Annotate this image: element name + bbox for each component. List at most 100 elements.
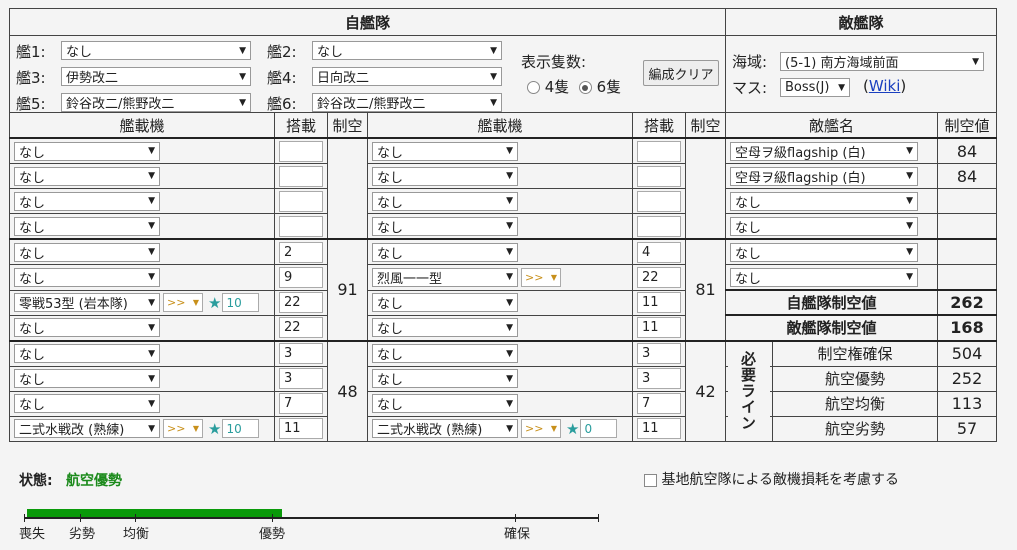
aircraft-select[interactable]: なし ▼ — [372, 293, 518, 312]
slot-count-input[interactable]: 3 — [279, 343, 323, 364]
chevron-down-icon: ▼ — [148, 398, 155, 409]
slot-count-input[interactable]: 3 — [279, 368, 323, 389]
slot-count-input[interactable] — [279, 215, 323, 237]
chevron-down-icon: ▼ — [239, 71, 246, 82]
star-icon: ★ — [566, 419, 580, 438]
ship-select[interactable]: なし ▼ — [61, 41, 251, 60]
ship-select[interactable]: 鈴谷改二/熊野改二 ▼ — [61, 93, 251, 112]
slot-count-input[interactable] — [279, 140, 323, 162]
slot-count-cell: 9 — [274, 264, 328, 291]
slot-count-cell: 3 — [274, 339, 328, 367]
enemy-ship-select[interactable]: なし ▼ — [730, 191, 918, 211]
slot-count-input[interactable]: 11 — [637, 317, 681, 338]
slot-count-input[interactable] — [279, 190, 323, 212]
aircraft-select[interactable]: なし ▼ — [14, 344, 160, 363]
fleet-clear-button[interactable]: 編成クリア — [643, 60, 719, 86]
slot-count-input[interactable]: 22 — [279, 317, 323, 338]
slot-count-input[interactable]: 11 — [637, 292, 681, 313]
aircraft-select[interactable]: なし ▼ — [372, 318, 518, 337]
improvement-input[interactable]: 10 — [222, 293, 260, 312]
proficiency-select[interactable]: >> ▼ — [163, 419, 203, 438]
improvement-input[interactable]: 0 — [580, 419, 618, 438]
enemy-ship-select[interactable]: 空母ヲ級flagship (白) ▼ — [730, 166, 918, 186]
slot-count-input[interactable] — [637, 190, 681, 212]
aircraft-select[interactable]: なし ▼ — [14, 216, 160, 236]
wiki-link[interactable]: Wiki — [869, 77, 901, 95]
slot-count-input[interactable]: 3 — [637, 368, 681, 389]
aircraft-select[interactable]: 零戦53型 (岩本隊) ▼ — [14, 293, 160, 312]
aircraft-select[interactable]: 二式水戦改 (熟練) ▼ — [372, 419, 518, 438]
node-select[interactable]: Boss(J) ▼ — [780, 78, 850, 97]
chevron-down-icon: ▼ — [906, 146, 913, 156]
aircraft-select[interactable]: なし ▼ — [372, 191, 518, 211]
aircraft-select[interactable]: なし ▼ — [372, 344, 518, 363]
aircraft-select[interactable]: なし ▼ — [14, 267, 160, 287]
slot-count-cell: 11 — [274, 415, 328, 442]
aircraft-select[interactable]: なし ▼ — [14, 191, 160, 211]
aircraft-select[interactable]: なし ▼ — [14, 394, 160, 413]
ship-label: 艦3: — [16, 69, 46, 87]
proficiency-select[interactable]: >> ▼ — [521, 419, 561, 438]
ship-label: 艦2: — [267, 43, 297, 61]
slot-count-input[interactable]: 11 — [279, 418, 323, 439]
aircraft-select[interactable]: 烈風一一型 ▼ — [372, 267, 518, 287]
proficiency-select[interactable]: >> ▼ — [163, 293, 203, 312]
ship-select[interactable]: なし ▼ — [312, 41, 502, 60]
enemy-ship-select[interactable]: 空母ヲ級flagship (白) ▼ — [730, 141, 918, 161]
area-select[interactable]: (5-1) 南方海域前面 ▼ — [780, 52, 984, 71]
chevron-down-icon: ▼ — [148, 423, 155, 434]
chevron-down-icon: ▼ — [506, 221, 513, 231]
slot-row: なし ▼ — [367, 137, 633, 164]
aircraft-select[interactable]: なし ▼ — [372, 166, 518, 186]
proficiency-select[interactable]: >> ▼ — [521, 267, 561, 287]
aircraft-select[interactable]: なし ▼ — [372, 369, 518, 388]
aircraft-select[interactable]: なし ▼ — [372, 216, 518, 236]
enemy-ship-select[interactable]: なし ▼ — [730, 216, 918, 236]
radio-4[interactable] — [527, 81, 540, 94]
aircraft-select[interactable]: なし ▼ — [14, 242, 160, 262]
aircraft-select[interactable]: なし ▼ — [372, 242, 518, 262]
radio-6[interactable] — [578, 81, 592, 94]
slot-count-input[interactable]: 4 — [637, 241, 681, 263]
improvement-input[interactable]: 10 — [222, 419, 260, 438]
ship-label: 艦5: — [16, 95, 46, 113]
slot-count-input[interactable]: 7 — [637, 393, 681, 414]
enemy-ship-select[interactable]: なし ▼ — [730, 242, 918, 262]
slot-count-cell — [274, 188, 328, 214]
scale-tick — [24, 514, 25, 522]
slot-count-cell: 3 — [632, 365, 686, 392]
chevron-down-icon: ▼ — [506, 348, 513, 359]
aircraft-select[interactable]: なし ▼ — [14, 166, 160, 186]
slot-row: なし ▼ — [367, 213, 633, 240]
slot-count-input[interactable] — [637, 165, 681, 187]
star-icon: ★ — [208, 419, 222, 438]
slot-count-input[interactable]: 2 — [279, 241, 323, 263]
enemy-ship-select[interactable]: なし ▼ — [730, 267, 918, 287]
aircraft-select[interactable]: なし ▼ — [372, 394, 518, 413]
aircraft-select[interactable]: 二式水戦改 (熟練) ▼ — [14, 419, 160, 438]
ship-select[interactable]: 鈴谷改二/熊野改二 ▼ — [312, 93, 502, 112]
slot-count-input[interactable] — [279, 165, 323, 187]
ship-select[interactable]: 日向改二 ▼ — [312, 67, 502, 86]
ship-select[interactable]: 伊勢改二 ▼ — [61, 67, 251, 86]
slot-count-input[interactable]: 22 — [279, 292, 323, 313]
slot-row: なし ▼ — [367, 390, 633, 417]
slot-count-input[interactable]: 11 — [637, 418, 681, 439]
slot-count-input[interactable]: 7 — [279, 393, 323, 414]
aircraft-select[interactable]: なし ▼ — [14, 318, 160, 337]
slot-row: なし ▼ — [367, 365, 633, 392]
ship-label: 艦1: — [16, 43, 46, 61]
slot-count-input[interactable] — [637, 215, 681, 237]
slot-count-input[interactable]: 3 — [637, 343, 681, 364]
wiki-link-group: (Wiki) — [863, 77, 907, 95]
aircraft-select[interactable]: なし ▼ — [14, 141, 160, 161]
slot-count-input[interactable] — [637, 140, 681, 162]
slot-count-input[interactable]: 22 — [637, 266, 681, 288]
base-air-option[interactable]: 基地航空隊による敵機損耗を考慮する — [644, 469, 899, 489]
required-label: 航空均衡 — [772, 391, 937, 416]
base-air-checkbox[interactable] — [644, 473, 657, 487]
aircraft-select[interactable]: なし ▼ — [14, 369, 160, 388]
slot-count-input[interactable]: 9 — [279, 266, 323, 288]
aircraft-select[interactable]: なし ▼ — [372, 141, 518, 161]
scale-tick — [135, 514, 136, 522]
